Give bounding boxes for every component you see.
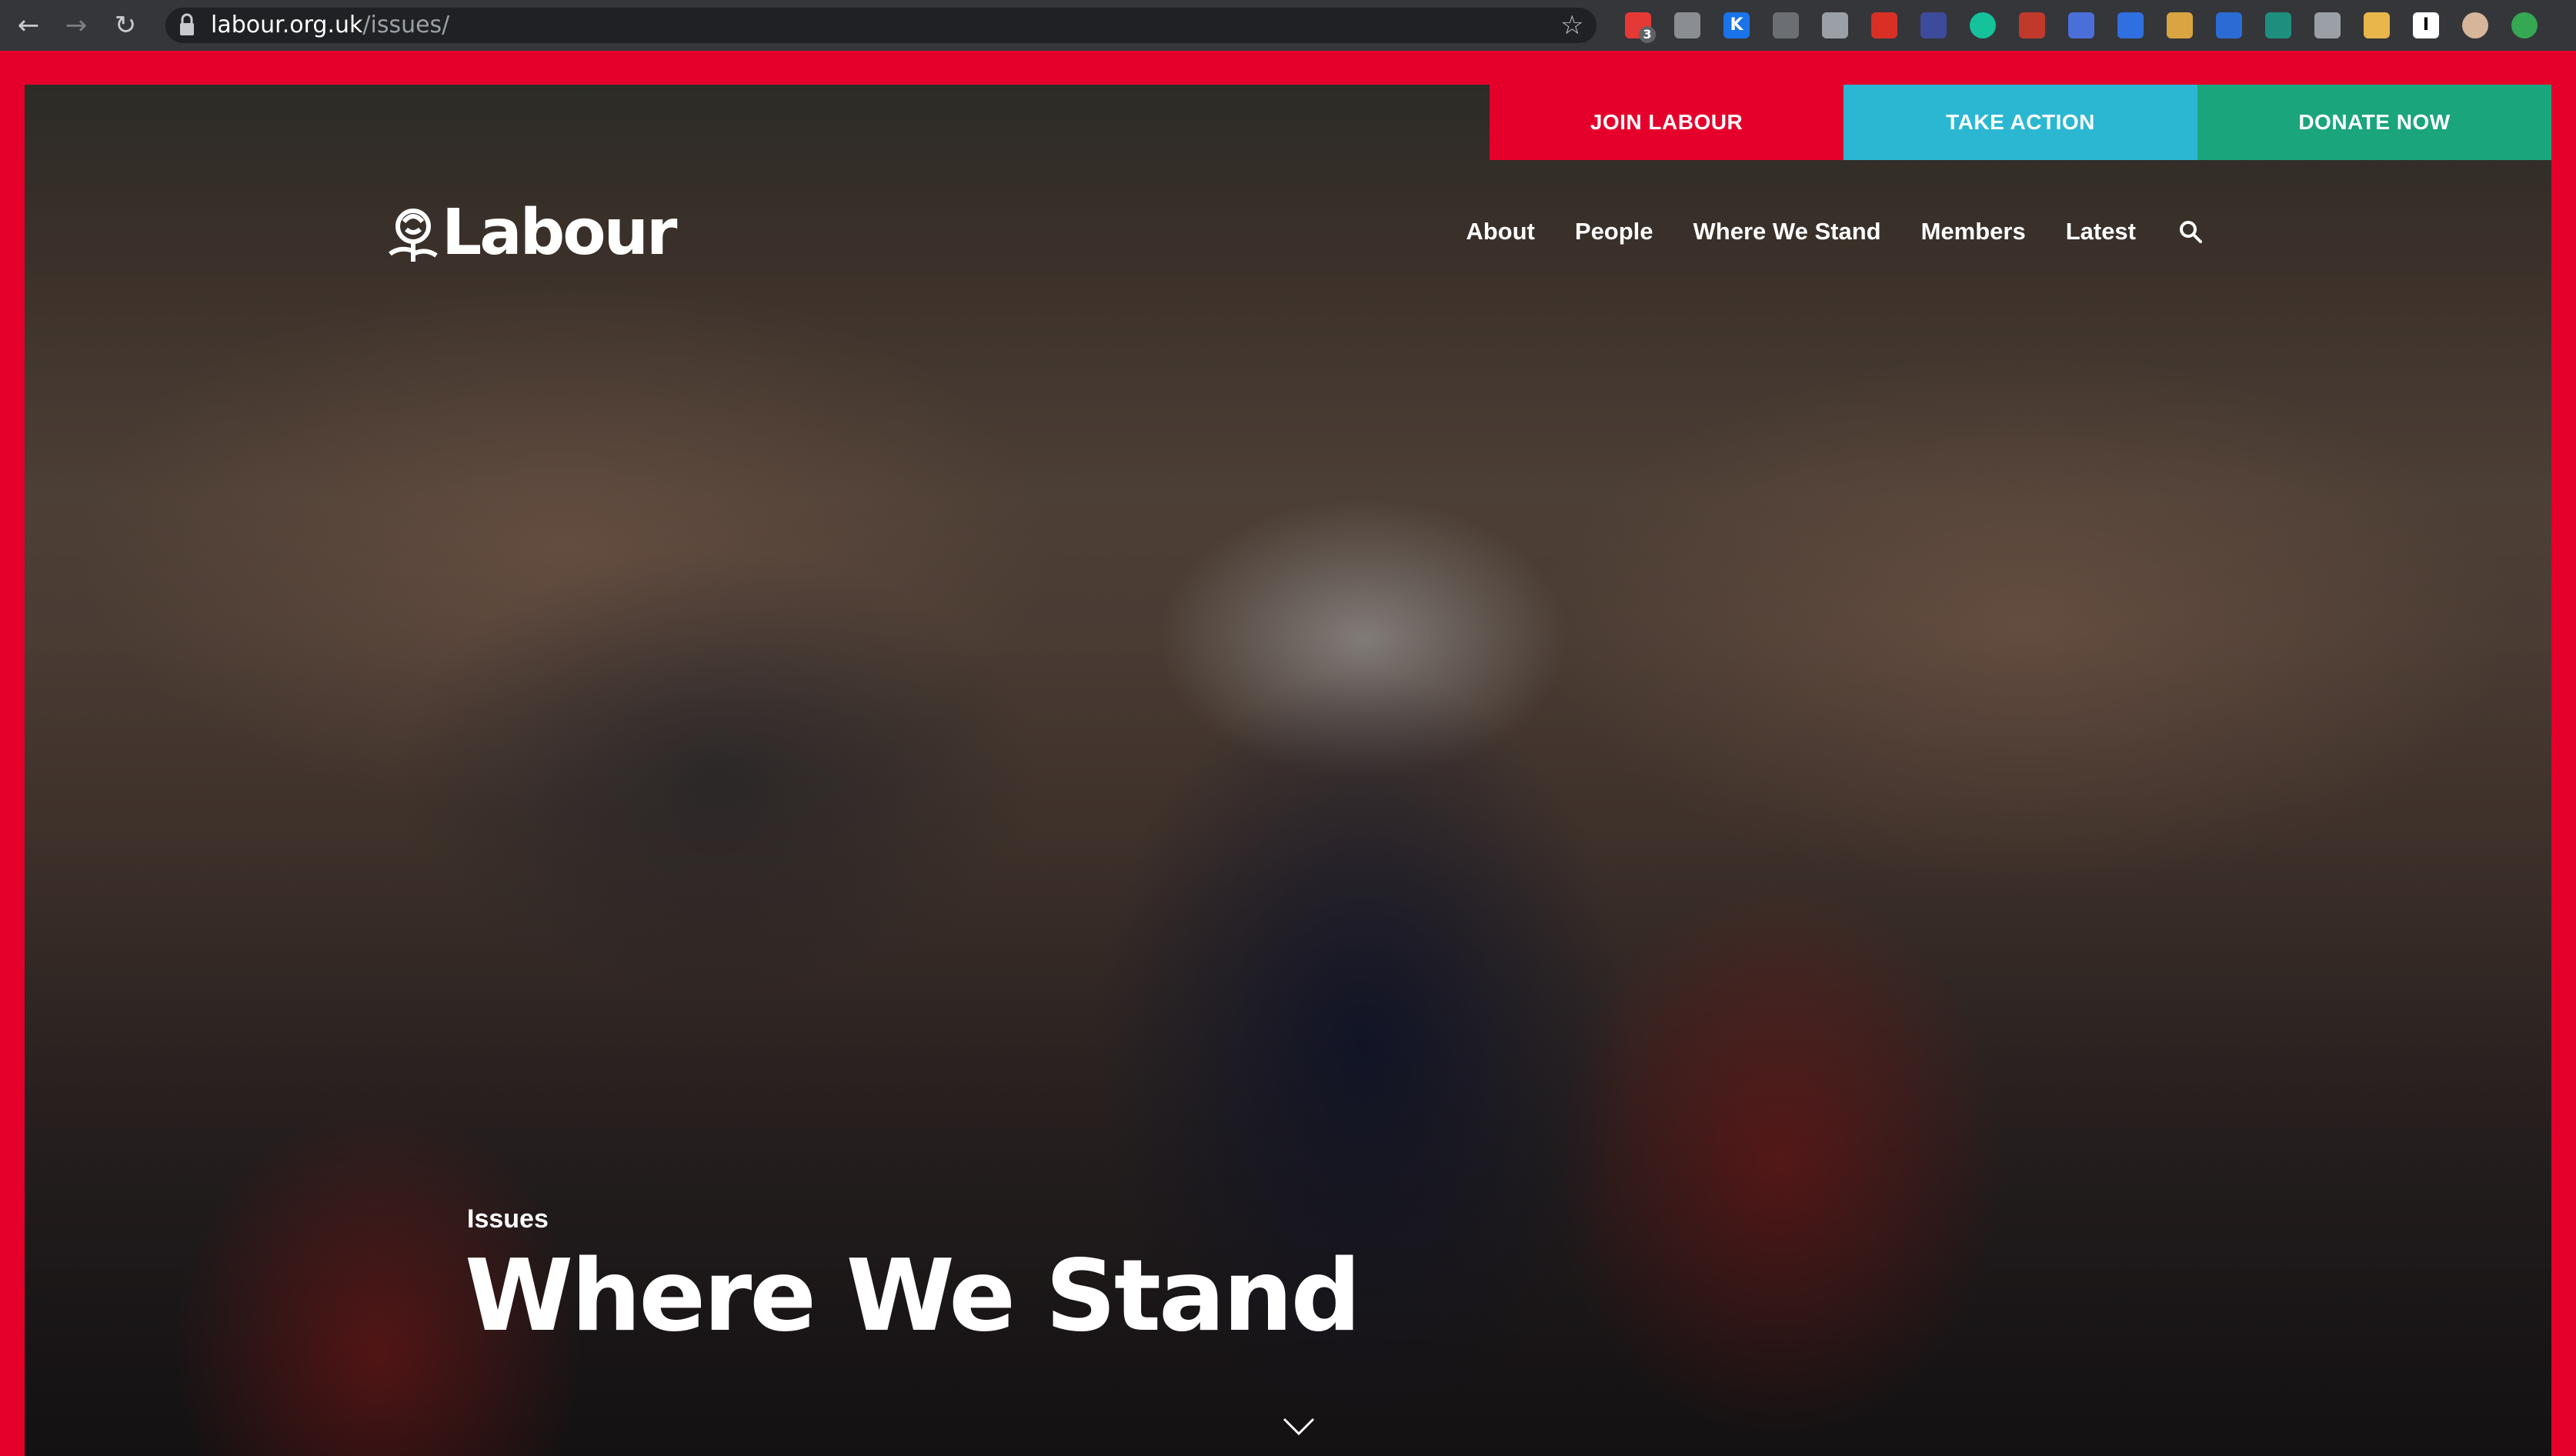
labour-issues-page: JOIN LABOUR TAKE ACTION DONATE NOW Labou… <box>25 85 2551 1456</box>
nav-latest[interactable]: Latest <box>2066 218 2136 245</box>
page-title: Where We Stand <box>465 1239 1361 1354</box>
copy-extension-icon[interactable] <box>2314 12 2341 38</box>
main-navigation: About People Where We Stand Members Late… <box>1426 212 2204 251</box>
gear-extension-icon[interactable] <box>2216 12 2242 38</box>
rose-logo-icon <box>389 209 438 262</box>
chevron-down-icon[interactable] <box>1282 1416 1316 1438</box>
reload-icon[interactable]: ↻ <box>106 6 145 45</box>
instapaper-icon[interactable]: I <box>2413 12 2439 38</box>
bookmark-star-icon[interactable]: ☆ <box>1560 8 1583 43</box>
lock-icon[interactable] <box>179 12 195 38</box>
search-icon[interactable] <box>2177 219 2204 245</box>
join-labour-button[interactable]: JOIN LABOUR <box>1490 85 1844 160</box>
url-path: /issues/ <box>362 12 450 38</box>
extension-badge-count: 3 <box>1639 26 1656 43</box>
cta-bar: JOIN LABOUR TAKE ACTION DONATE NOW <box>1490 85 2551 160</box>
avatar-icon[interactable] <box>2462 12 2488 38</box>
pdf-extension-icon[interactable] <box>1871 12 1897 38</box>
window-extension-icon[interactable] <box>2019 12 2045 38</box>
back-arrow-icon[interactable]: ← <box>9 6 48 45</box>
page-kicker: Issues <box>467 1204 549 1234</box>
update-arrow-icon[interactable] <box>2511 12 2538 38</box>
notes-extension-icon[interactable] <box>2167 12 2193 38</box>
labour-logo[interactable]: Labour <box>385 196 677 269</box>
screen-extension-icon[interactable] <box>1773 12 1799 38</box>
forward-arrow-icon[interactable]: → <box>57 6 95 45</box>
logo-wordmark: Labour <box>442 196 677 269</box>
nav-about[interactable]: About <box>1466 218 1535 245</box>
nav-where-we-stand[interactable]: Where We Stand <box>1693 218 1881 245</box>
camera-icon[interactable] <box>1674 12 1700 38</box>
page-top-border <box>0 51 2576 54</box>
shield-icon[interactable] <box>2117 12 2144 38</box>
tab-extension-icon[interactable] <box>2068 12 2094 38</box>
flag-extension-icon[interactable] <box>1822 12 1848 38</box>
url-text[interactable]: labour.org.uk/issues/ <box>211 9 449 42</box>
browser-toolbar: ← → ↻ labour.org.uk/issues/ ☆ K I 3 <box>0 0 2576 51</box>
nav-members[interactable]: Members <box>1921 218 2026 245</box>
bell-extension-icon[interactable] <box>2364 12 2390 38</box>
k-extension-icon[interactable]: K <box>1723 12 1750 38</box>
nav-people[interactable]: People <box>1575 218 1653 245</box>
donate-now-button[interactable]: DONATE NOW <box>2197 85 2551 160</box>
grammarly-icon[interactable] <box>1970 12 1996 38</box>
magnifier-extension-icon[interactable] <box>1920 12 1947 38</box>
take-action-button[interactable]: TAKE ACTION <box>1844 85 2197 160</box>
globe-extension-icon[interactable] <box>2265 12 2291 38</box>
url-host: labour.org.uk <box>211 12 363 38</box>
